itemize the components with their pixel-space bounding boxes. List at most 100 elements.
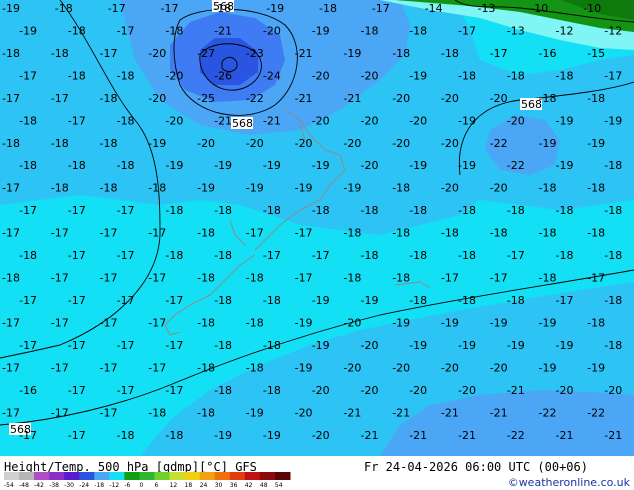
temperature-label: -19 <box>266 2 284 15</box>
temperature-label: -17 <box>68 204 86 217</box>
temperature-label: -20 <box>361 339 379 352</box>
temperature-label: -19 <box>507 339 525 352</box>
temperature-label: -18 <box>19 159 37 172</box>
scale-swatch <box>244 472 261 480</box>
temperature-label: -17 <box>312 249 330 262</box>
temperature-label: -18 <box>117 429 135 442</box>
temperature-label: -18 <box>507 204 525 217</box>
temperature-label: -20 <box>458 384 476 397</box>
scale-swatch <box>79 472 95 480</box>
temperature-label: -17 <box>68 339 86 352</box>
scale-swatch <box>34 472 50 480</box>
temperature-label: -19 <box>148 137 166 150</box>
temperature-label: -19 <box>263 429 281 442</box>
temperature-label: -17 <box>165 294 183 307</box>
temperature-label: -18 <box>458 249 476 262</box>
temperature-label: -17 <box>51 317 69 330</box>
temperature-label: -19 <box>312 159 330 172</box>
temperature-label: -18 <box>51 182 69 195</box>
temperature-label: -18 <box>263 339 281 352</box>
temperature-label: -21 <box>409 429 427 442</box>
temperature-label: -18 <box>51 137 69 150</box>
scale-swatch <box>94 472 110 480</box>
scale-value: -12 <box>109 482 120 489</box>
scale-swatch <box>259 472 276 480</box>
temperature-label: -20 <box>197 137 215 150</box>
temperature-label: -20 <box>343 361 361 374</box>
temperature-label: -26 <box>214 69 232 82</box>
temperature-label: -19 <box>392 317 410 330</box>
temperature-label: -18 <box>100 182 118 195</box>
scale-value: 6 <box>154 482 159 489</box>
temperature-label: -20 <box>361 159 379 172</box>
temperature-label: -19 <box>361 294 379 307</box>
temperature-label: -18 <box>556 69 574 82</box>
temperature-label: -18 <box>100 92 118 105</box>
temperature-label: -19 <box>409 339 427 352</box>
temperature-label: -17 <box>19 204 37 217</box>
temperature-label: -17 <box>441 272 459 285</box>
temperature-label: -27 <box>197 47 215 60</box>
temperature-label: -17 <box>19 429 37 442</box>
temperature-label: -18 <box>319 2 337 15</box>
temperature-label: -20 <box>441 182 459 195</box>
temperature-label: -17 <box>165 384 183 397</box>
temperature-label: -20 <box>165 114 183 127</box>
scale-value: -42 <box>34 482 44 489</box>
scale-value: -54 <box>4 482 14 489</box>
temperature-label: -19 <box>197 182 215 195</box>
temperature-label: -17 <box>68 249 86 262</box>
temperature-label: -13 <box>507 25 525 38</box>
temperature-label: -18 <box>441 47 459 60</box>
temperature-label: -18 <box>197 361 215 374</box>
temperature-label: -17 <box>507 249 525 262</box>
scale-value: 24 <box>199 482 208 489</box>
temperature-label: -20 <box>246 137 264 150</box>
temperature-label: -18 <box>587 182 605 195</box>
temperature-label: -20 <box>165 69 183 82</box>
temperature-label: -20 <box>441 92 459 105</box>
temperature-label: -20 <box>490 361 508 374</box>
temperature-label: -18 <box>539 92 557 105</box>
temperature-label: -19 <box>490 317 508 330</box>
temperature-label: -20 <box>392 361 410 374</box>
temperature-label: -19 <box>458 159 476 172</box>
temperature-label: -17 <box>68 429 86 442</box>
temperature-label: -17 <box>458 25 476 38</box>
temperature-label: -18 <box>409 249 427 262</box>
temperature-label: -22 <box>507 429 525 442</box>
temperature-label: -17 <box>148 317 166 330</box>
temperature-label: -17 <box>246 227 264 240</box>
scale-value: -30 <box>64 482 74 489</box>
temperature-label: -18 <box>148 182 166 195</box>
temperature-label: -20 <box>343 137 361 150</box>
temperature-label: -18 <box>68 69 86 82</box>
temperature-label: -20 <box>604 384 622 397</box>
temperature-label: -18 <box>165 249 183 262</box>
temperature-label: -17 <box>117 249 135 262</box>
temperature-label: -18 <box>409 25 427 38</box>
credit-link[interactable]: ©weatheronline.co.uk <box>508 476 630 489</box>
temperature-label: -17 <box>2 361 20 374</box>
temperature-label: -18 <box>197 406 215 419</box>
temperature-label: -21 <box>507 384 525 397</box>
temperature-label: -17 <box>2 406 20 419</box>
temperature-label: -24 <box>263 69 281 82</box>
temperature-label: -18 <box>2 47 20 60</box>
temperature-label: -18 <box>343 272 361 285</box>
temperature-label: -20 <box>312 114 330 127</box>
temperature-label: -17 <box>51 406 69 419</box>
scale-value: 18 <box>184 482 193 489</box>
temperature-label: -18 <box>117 114 135 127</box>
temperature-label: -17 <box>117 25 135 38</box>
temperature-label: -18 <box>19 114 37 127</box>
temperature-label: -21 <box>214 114 232 127</box>
temperature-label: -19 <box>458 339 476 352</box>
temperature-label: -19 <box>441 317 459 330</box>
temperature-label: -21 <box>556 429 574 442</box>
temperature-label: -18 <box>246 272 264 285</box>
temperature-label: -18 <box>539 182 557 195</box>
temperature-label: -18 <box>604 339 622 352</box>
temperature-label: -18 <box>604 249 622 262</box>
temperature-label: -18 <box>409 294 427 307</box>
